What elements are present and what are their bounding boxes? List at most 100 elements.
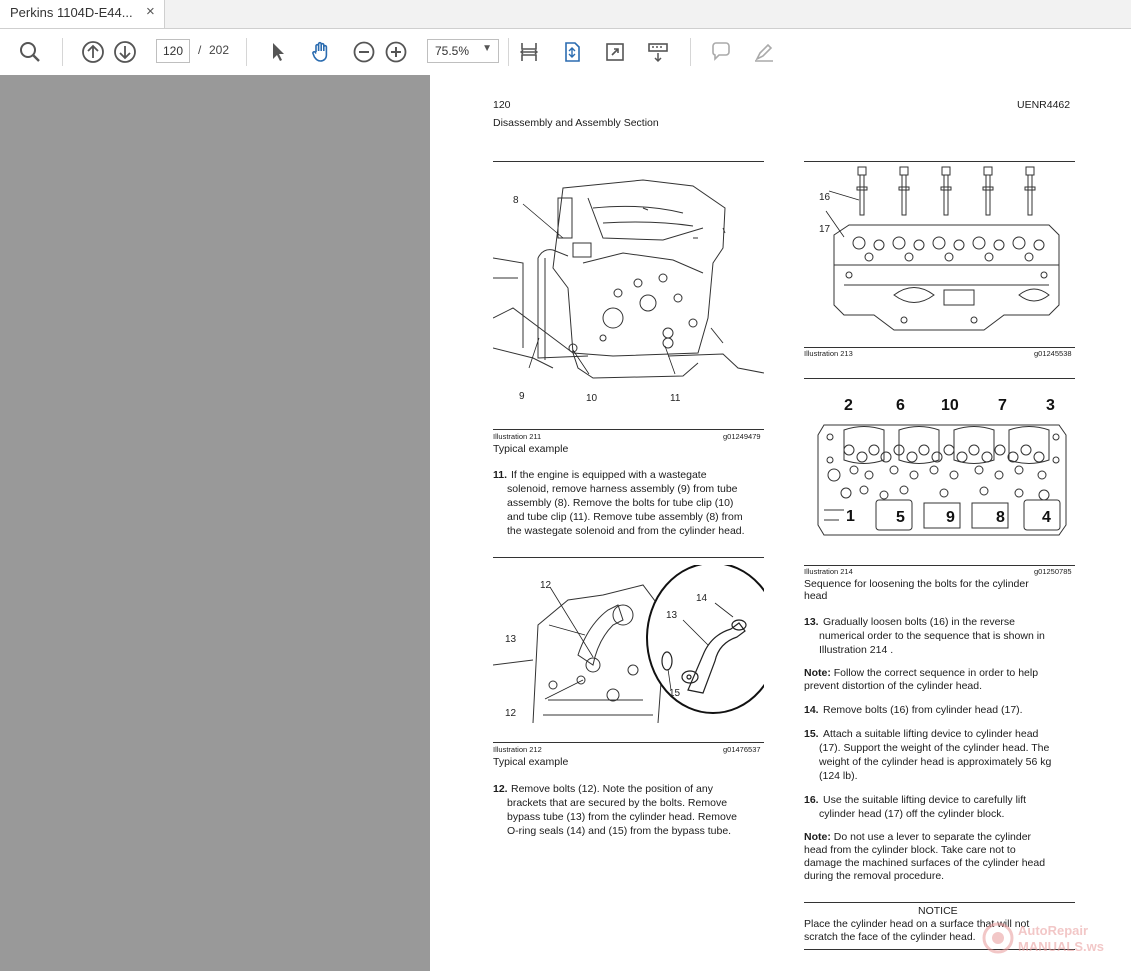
illustration-label: Illustration 214 (804, 567, 853, 576)
illustration-214 (804, 415, 1075, 540)
svg-text:AutoRepair: AutoRepair (1018, 923, 1088, 938)
figure-caption-rule (493, 742, 764, 743)
illustration-label: Illustration 211 (493, 432, 542, 441)
toolbar: / 202 75.5% ▼ (0, 29, 1131, 76)
toolbar-separator (508, 38, 509, 66)
illustration-212 (493, 565, 764, 725)
toolbar-separator (690, 38, 691, 66)
page-number-input[interactable] (156, 39, 190, 63)
toolbar-separator (62, 38, 63, 66)
illustration-label: Illustration 212 (493, 745, 542, 754)
illustration-code: g01476537 (723, 745, 761, 754)
step-text: and tube clip (11). Remove tube assembly… (507, 511, 743, 523)
pdf-page[interactable]: 120 UENR4462 Disassembly and Assembly Se… (430, 75, 1131, 971)
callout-15: 15 (669, 688, 681, 699)
bolt-sequence-8: 8 (996, 509, 1005, 526)
doc-id: UENR4462 (1017, 99, 1071, 111)
callout-14: 14 (696, 593, 708, 604)
note: Note: Do not use a lever to separate the… (804, 831, 1032, 843)
figure-top-rule (493, 161, 764, 162)
highlight-pen-icon[interactable] (749, 37, 779, 67)
illustration-label: Illustration 213 (804, 349, 853, 358)
note-text: during the removal procedure. (804, 870, 945, 882)
bolt-sequence-7: 7 (998, 397, 1007, 414)
fit-width-icon[interactable] (514, 37, 544, 67)
callout-12: 12 (505, 708, 517, 719)
callout-13: 13 (505, 634, 517, 645)
step-text: Attach a suitable lifting device to cyli… (823, 728, 1039, 740)
callout-13: 13 (666, 610, 678, 621)
figure-caption: Typical example (493, 443, 569, 455)
step-text: Remove bolts (16) from cylinder head (17… (823, 704, 1023, 716)
step-text: (17). Support the weight of the cylinder… (819, 742, 1050, 754)
document-tab[interactable]: Perkins 1104D-E44... × (0, 0, 165, 28)
step-text: (124 lb). (819, 770, 858, 782)
page-down-icon[interactable] (110, 37, 140, 67)
step-text: Illustration 214 . (819, 644, 894, 656)
illustration-211 (493, 178, 764, 403)
page-number: 120 (493, 99, 511, 111)
notice-top-rule (804, 902, 1075, 903)
fit-page-icon[interactable] (557, 37, 587, 67)
step-text: weight of the cylinder head is approxima… (819, 756, 1052, 768)
search-icon[interactable] (15, 37, 45, 67)
zoom-dropdown-icon: ▼ (482, 43, 492, 54)
note: Note: Follow the correct sequence in ord… (804, 667, 1039, 679)
step-text: assembly (8). Remove the bolts for tube … (507, 497, 734, 509)
page-total: 202 (209, 43, 230, 57)
figure-top-rule (804, 161, 1075, 162)
step-text: If the engine is equipped with a wastega… (511, 469, 707, 481)
bolt-sequence-3: 3 (1046, 397, 1055, 414)
illustration-code: g01245538 (1034, 349, 1072, 358)
illustration-213 (804, 165, 1075, 345)
step-number: 11. (493, 469, 508, 481)
page-separator: / (198, 43, 202, 57)
zoom-out-icon[interactable] (349, 37, 379, 67)
section-title: Disassembly and Assembly Section (493, 117, 659, 129)
step-text: O-ring seals (14) and (15) from the bypa… (507, 825, 732, 837)
page-up-icon[interactable] (78, 37, 108, 67)
note-text: prevent distortion of the cylinder head. (804, 680, 983, 692)
full-screen-icon[interactable] (600, 37, 630, 67)
bolt-sequence-5: 5 (896, 509, 905, 526)
callout-11: 11 (670, 393, 681, 404)
select-arrow-icon[interactable] (263, 37, 293, 67)
step-text: Gradually loosen bolts (16) in the rever… (823, 616, 1016, 628)
zoom-in-icon[interactable] (381, 37, 411, 67)
bolt-sequence-9: 9 (946, 509, 955, 526)
bolt-sequence-2: 2 (844, 397, 853, 414)
callout-16: 16 (819, 192, 831, 203)
figure-top-rule (493, 557, 764, 558)
zoom-select[interactable]: 75.5% ▼ (427, 39, 499, 63)
step-text: cylinder head (17) off the cylinder bloc… (819, 808, 1005, 820)
svg-text:MANUALS.ws: MANUALS.ws (1018, 939, 1104, 954)
figure-caption: Typical example (493, 756, 569, 768)
zoom-value: 75.5% (435, 44, 470, 58)
read-mode-icon[interactable] (643, 37, 673, 67)
figure-caption: Sequence for loosening the bolts for the… (804, 578, 1029, 590)
step-text: numerical order to the sequence that is … (819, 630, 1045, 642)
callout-17: 17 (819, 224, 831, 235)
step-number: 16. (804, 794, 819, 806)
comment-icon[interactable] (706, 37, 736, 67)
notice-title: NOTICE (918, 905, 958, 917)
step-number: 12. (493, 783, 508, 795)
step-text: Remove bolts (12). Note the position of … (511, 783, 713, 795)
bolt-sequence-6: 6 (896, 397, 905, 414)
hand-tool-icon[interactable] (306, 37, 336, 67)
figure-top-rule (804, 378, 1075, 379)
callout-10: 10 (586, 393, 598, 404)
tab-close-icon[interactable]: × (146, 3, 155, 20)
step-text: Use the suitable lifting device to caref… (823, 794, 1027, 806)
tab-title: Perkins 1104D-E44... (10, 5, 133, 20)
note-text: head from the cylinder block. Take care … (804, 844, 1016, 856)
viewer-background (0, 75, 430, 971)
step-text: solenoid, remove harness assembly (9) fr… (507, 483, 738, 495)
bolt-sequence-1: 1 (846, 508, 855, 525)
toolbar-separator (246, 38, 247, 66)
tab-bar: Perkins 1104D-E44... × (0, 0, 1131, 29)
callout-12: 12 (540, 580, 552, 591)
illustration-code: g01250785 (1034, 567, 1072, 576)
step-number: 14. (804, 704, 819, 716)
bolt-sequence-4: 4 (1042, 509, 1051, 526)
